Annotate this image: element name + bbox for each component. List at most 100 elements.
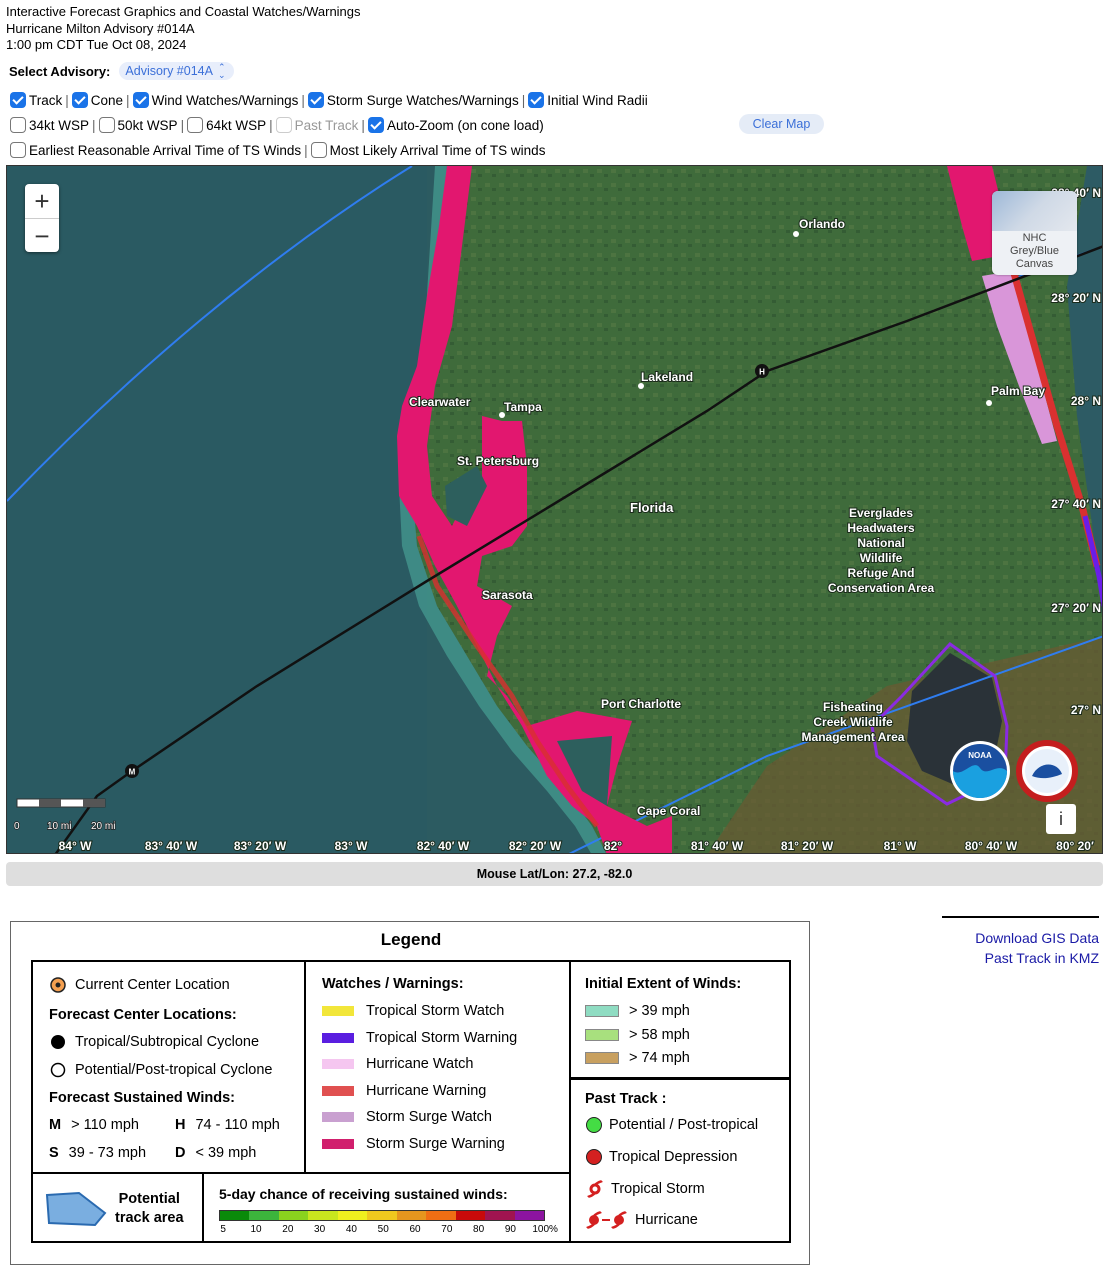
option-separator: | (92, 117, 96, 133)
past-track-kmz-link[interactable]: Past Track in KMZ (942, 948, 1099, 968)
wsp-color-scale (219, 1210, 545, 1221)
checkbox-track[interactable] (10, 92, 26, 108)
downloads-panel: Download GIS Data Past Track in KMZ (942, 916, 1099, 968)
wsp-color-cell (220, 1211, 250, 1220)
checkbox-earliest-reasonable-arrival-time-of-ts-winds[interactable] (10, 142, 26, 158)
option-label: Past Track (294, 117, 359, 133)
track-marker-h[interactable]: H (755, 364, 769, 378)
option-separator: | (126, 92, 130, 108)
option-most-likely-arrival-time-of-ts-winds[interactable]: Most Likely Arrival Time of TS winds (310, 142, 545, 158)
advisory-label: Select Advisory: (9, 63, 111, 79)
wsp-tick: 50 (377, 1224, 389, 1235)
advisory-title: Hurricane Milton Advisory #014A (6, 20, 195, 36)
option-label: Auto-Zoom (on cone load) (386, 117, 544, 133)
legend-ww-tropical-storm-warning: Tropical Storm Warning (322, 1030, 517, 1046)
track-marker-m[interactable]: M (125, 764, 139, 778)
filled-circle-icon (51, 1035, 65, 1049)
label-clearwater: Clearwater (409, 395, 471, 409)
option-label: Storm Surge Watches/Warnings (326, 92, 519, 108)
option-earliest-reasonable-arrival-time-of-ts-winds[interactable]: Earliest Reasonable Arrival Time of TS W… (10, 142, 301, 158)
legend-ww-label: Hurricane Warning (366, 1082, 487, 1099)
wsp-color-cell (485, 1211, 515, 1220)
swatch (585, 1052, 619, 1064)
checkbox-storm-surge-watches-warnings[interactable] (307, 92, 324, 108)
lon-label: 84° W (59, 839, 92, 853)
option-storm-surge-watches-warnings[interactable]: Storm Surge Watches/Warnings (307, 92, 519, 108)
lat-label: 27° 20′ N (1051, 601, 1101, 615)
legend-extent-label: > 39 mph (629, 1003, 690, 1019)
option-label: Initial Wind Radii (547, 92, 648, 108)
svg-text:Refuge And: Refuge And (848, 566, 915, 580)
lon-label: 81° W (884, 839, 917, 853)
label-orlando: Orlando (799, 217, 845, 231)
option-separator: | (521, 92, 526, 108)
city-dot-orlando (793, 231, 799, 237)
zoom-in-button[interactable]: + (25, 184, 59, 219)
legend-post-tropical: Potential/Post-tropical Cyclone (49, 1061, 272, 1079)
info-button[interactable]: i (1046, 804, 1076, 834)
advisory-select[interactable]: Advisory #014A ⌃ ⌄ (119, 62, 234, 80)
red-circle-icon (586, 1149, 602, 1165)
option-label: 64kt WSP (206, 117, 267, 133)
lat-label: 28° 20′ N (1051, 291, 1101, 305)
legend-extent-box: Initial Extent of Winds: > 39 mph > 58 mp… (569, 960, 791, 1080)
legend-ww-label: Tropical Storm Watch (366, 1003, 505, 1019)
wsp-color-cell (514, 1211, 544, 1220)
svg-text:Everglades: Everglades (849, 506, 913, 520)
wsp-tick: 10 (250, 1224, 262, 1235)
lat-label: 27° N (1071, 703, 1101, 717)
legend-title: Legend (380, 930, 442, 949)
legend-wind-m: M > 110 mph (49, 1117, 139, 1133)
option-label: 50kt WSP (117, 117, 178, 133)
svg-text:Creek Wildlife: Creek Wildlife (813, 715, 893, 729)
advisory-selector-row: Select Advisory: Advisory #014A ⌃ ⌄ (9, 61, 234, 81)
wsp-color-cell (396, 1211, 427, 1220)
option-50kt-wsp[interactable]: 50kt WSP (98, 117, 178, 133)
lat-label: 27° 40′ N (1051, 497, 1101, 511)
map-canvas[interactable]: H M Orlando Lakeland Tampa Clearwater St… (7, 166, 1103, 854)
download-gis-link[interactable]: Download GIS Data (942, 928, 1099, 948)
checkbox-50kt-wsp[interactable] (98, 117, 115, 133)
gulf-shading (7, 166, 427, 853)
tropical-storm-symbol-icon (587, 1179, 603, 1199)
scale-label-10: 10 mi (47, 821, 71, 832)
option-separator: | (301, 92, 305, 108)
hurricane-symbol-icon (586, 1210, 627, 1230)
basemap-toggle-button[interactable]: NHC Grey/Blue Canvas (992, 191, 1077, 275)
legend-past-depression: Tropical Depression (585, 1148, 737, 1166)
legend-ww-tropical-storm-watch: Tropical Storm Watch (322, 1003, 504, 1019)
wsp-tick: 30 (314, 1224, 326, 1235)
advisory-time: 1:00 pm CDT Tue Oct 08, 2024 (6, 37, 187, 52)
wsp-tick: 20 (282, 1224, 294, 1235)
checkbox-64kt-wsp[interactable] (187, 117, 204, 133)
checkbox-auto-zoom-on-cone-load[interactable] (367, 117, 384, 133)
swatch (322, 1085, 354, 1096)
option-64kt-wsp[interactable]: 64kt WSP (187, 117, 266, 133)
checkbox-cone[interactable] (71, 92, 88, 108)
basemap-thumbnail (992, 191, 1077, 231)
lon-label: 82° 40′ W (417, 839, 470, 853)
option-initial-wind-radii[interactable]: Initial Wind Radii (528, 92, 648, 108)
checkbox-34kt-wsp[interactable] (10, 117, 26, 133)
page-title: Interactive Forecast Graphics and Coasta… (6, 4, 361, 19)
option-auto-zoom-on-cone-load[interactable]: Auto-Zoom (on cone load) (367, 117, 544, 133)
legend-ww-storm-surge-watch: Storm Surge Watch (322, 1109, 492, 1125)
wsp-color-cell (278, 1211, 309, 1220)
option-wind-watches-warnings[interactable]: Wind Watches/Warnings (132, 92, 298, 108)
wsp-tick: 70 (441, 1224, 453, 1235)
swatch (322, 1032, 354, 1043)
legend-extent-label: > 74 mph (629, 1050, 690, 1066)
checkbox-initial-wind-radii[interactable] (528, 92, 545, 108)
option-track[interactable]: Track (10, 92, 62, 108)
checkbox-wind-watches-warnings[interactable] (132, 92, 149, 108)
wsp-tick: 5 (220, 1224, 226, 1235)
legend-ww-storm-surge-warning: Storm Surge Warning (322, 1136, 505, 1152)
checkbox-most-likely-arrival-time-of-ts-winds[interactable] (310, 142, 327, 158)
option-34kt-wsp[interactable]: 34kt WSP (10, 117, 89, 133)
clear-map-button[interactable]: Clear Map (739, 114, 824, 134)
legend-ww-label: Hurricane Watch (366, 1056, 474, 1072)
legend-past-post-tropical: Potential / Post-tropical (585, 1116, 758, 1134)
map-viewport[interactable]: H M Orlando Lakeland Tampa Clearwater St… (6, 165, 1103, 854)
zoom-out-button[interactable]: − (25, 219, 59, 253)
option-cone[interactable]: Cone (71, 92, 123, 108)
